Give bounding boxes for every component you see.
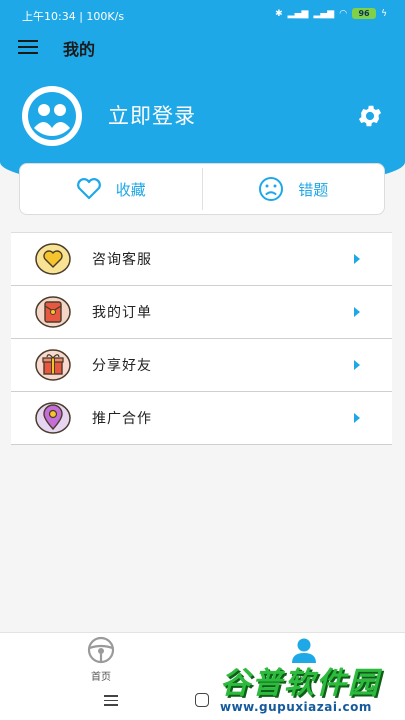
hamburger-line [18,52,38,54]
favorites-label: 收藏 [115,180,146,199]
tab-home-label: 首页 [91,672,111,683]
list-item-label: 分享好友 [92,358,152,374]
list-item-label: 我的订单 [92,305,152,321]
watermark-url: www.gupuxiazai.com [220,700,405,714]
list-item-partnership[interactable]: 推广合作 [11,392,392,445]
battery-icon: 96 [352,8,377,19]
steering-wheel-icon [87,636,115,664]
charging-icon: ϟ [381,8,387,19]
signal-icon: ▂▄▆ [287,8,309,19]
location-pin-icon [35,402,71,434]
chevron-right-icon [354,360,360,370]
hamburger-line [18,46,38,48]
mistakes-label: 错题 [298,180,329,199]
chevron-right-icon [354,307,360,317]
wifi-icon: ◠ [339,8,348,19]
status-time: 上午10:34 | 100K/s [22,10,125,23]
menu-line [104,699,118,701]
gear-icon [358,105,382,127]
hamburger-icon [18,40,38,42]
watermark-title: 谷普软件园 [220,666,380,701]
sad-face-icon [259,177,284,201]
page-title: 我的 [63,40,96,59]
heart-badge-icon [35,243,71,275]
home-button[interactable] [195,693,209,707]
status-icons: ✱ ▂▄▆ ▂▄▆ ◠ 96 ϟ [275,8,387,19]
login-button[interactable]: 立即登录 [108,100,196,130]
mistakes-button[interactable]: 错题 [203,164,385,214]
chevron-right-icon [354,413,360,423]
menu-button[interactable] [18,40,42,56]
favorites-button[interactable]: 收藏 [20,164,202,214]
list-item-my-orders[interactable]: 我的订单 [11,286,392,339]
menu-lines-icon [104,695,118,697]
watermark-logo: 谷普软件园 www.gupuxiazai.com [220,654,405,720]
settings-button[interactable] [356,102,384,130]
chevron-right-icon [354,254,360,264]
bluetooth-icon: ✱ [275,8,283,19]
gift-box-icon [35,349,71,381]
list-item-customer-service[interactable]: 咨询客服 [11,233,392,286]
menu-line [104,704,118,706]
avatar[interactable] [22,86,82,146]
signal-icon-2: ▂▄▆ [313,8,335,19]
status-bar: 上午10:34 | 100K/s ✱ ▂▄▆ ▂▄▆ ◠ 96 ϟ [0,0,405,30]
recent-apps-button[interactable] [104,695,118,709]
tab-home[interactable]: 首页 [51,633,151,683]
red-envelope-icon [35,296,71,328]
menu-list: 咨询客服 我的订单 分享好友 推广合作 [11,232,392,445]
list-item-label: 咨询客服 [92,252,152,268]
list-item-share-friends[interactable]: 分享好友 [11,339,392,392]
list-item-label: 推广合作 [92,411,152,427]
heart-outline-icon [76,178,101,200]
user-group-icon [28,92,76,140]
quick-actions-card: 收藏 错题 [19,163,385,215]
